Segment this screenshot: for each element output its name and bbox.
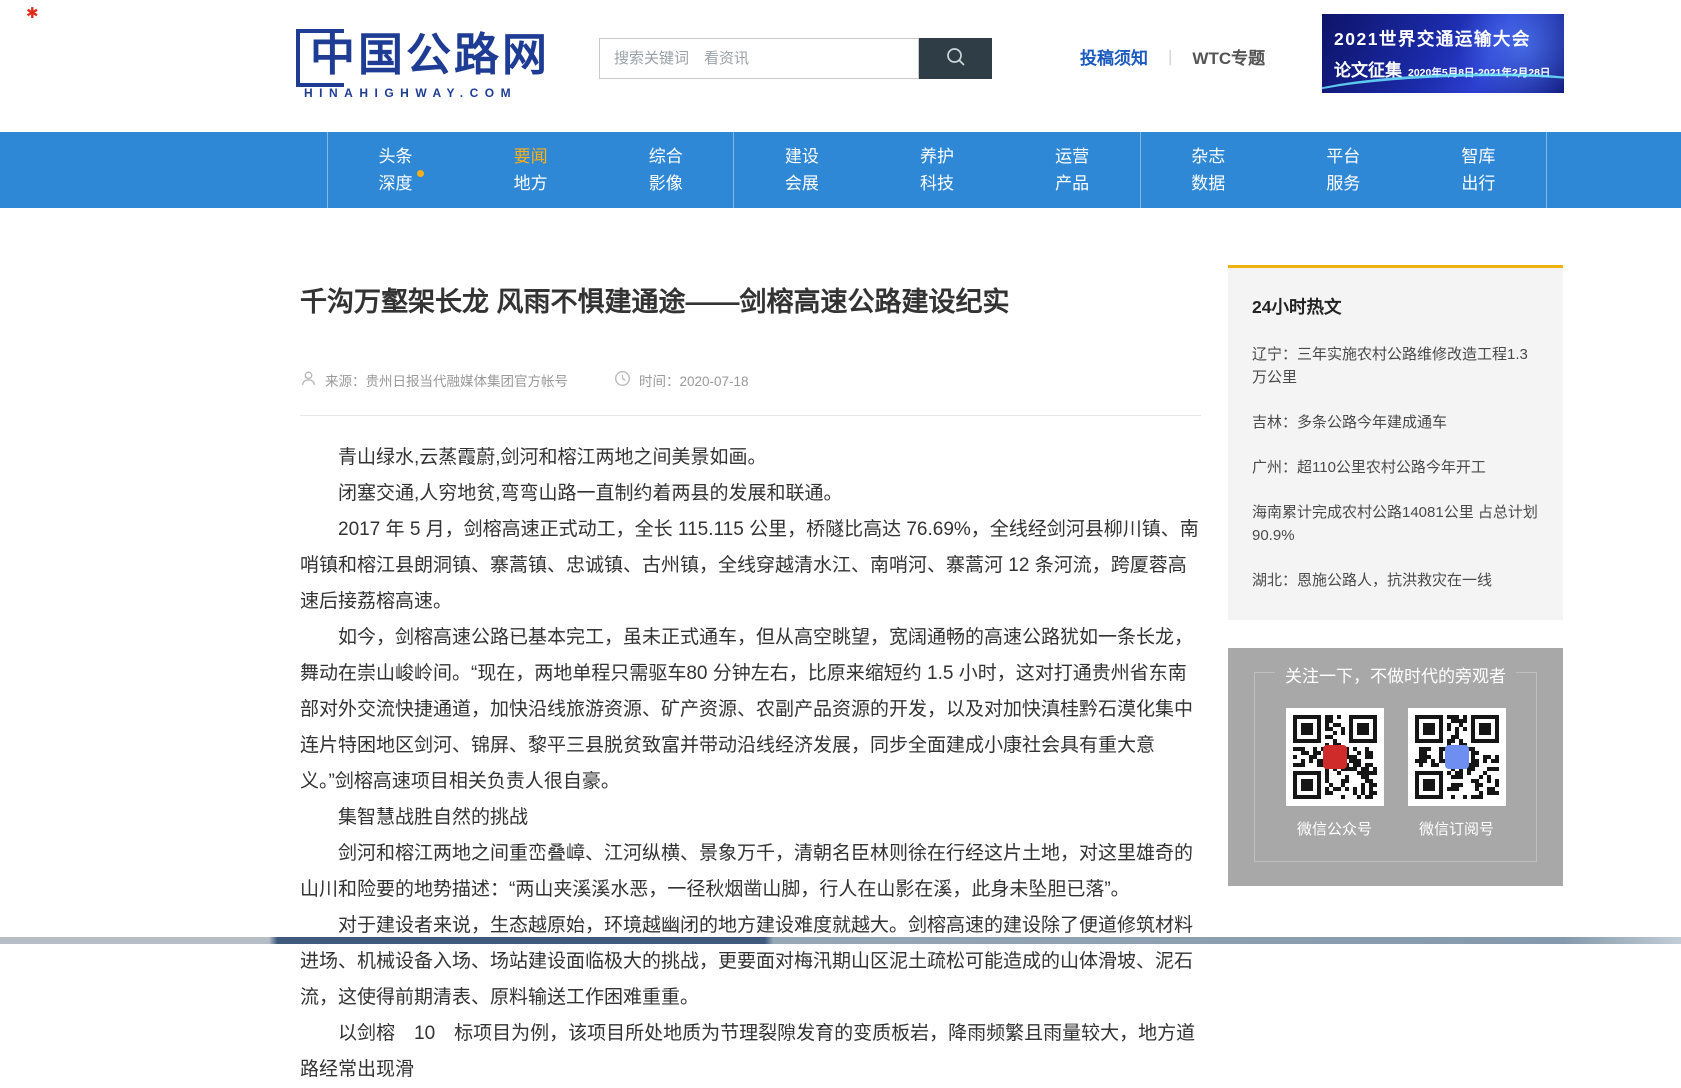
nav-item-shuju[interactable]: 数据 (1191, 175, 1225, 192)
banner-title: 2021世界交通运输大会 (1334, 26, 1564, 51)
nav-item-zonghe[interactable]: 综合 (649, 148, 683, 165)
horizontal-scrollbar[interactable] (0, 937, 1681, 944)
article-paragraph: 青山绿水,云蒸霞蔚,剑河和榕江两地之间美景如画。 (300, 440, 1201, 476)
article-paragraph: 如今，剑榕高速公路已基本完工，虽未正式通车，但从高空眺望，宽阔通畅的高速公路犹如… (300, 620, 1201, 800)
wtc-banner-ad[interactable]: 2021世界交通运输大会 论文征集 2020年5月8日-2021年2月28日 (1322, 14, 1564, 93)
article-source-text: 来源：贵州日报当代融媒体集团官方帐号 (325, 370, 568, 390)
wtc-topic-link[interactable]: WTC专题 (1192, 44, 1265, 69)
nav-item-fuwu[interactable]: 服务 (1326, 175, 1360, 192)
hot-articles-title: 24小时热文 (1252, 294, 1539, 319)
article-meta: 来源：贵州日报当代融媒体集团官方帐号 时间：2020-07-18 (300, 370, 1201, 390)
article-paragraph: 剑河和榕江两地之间重峦叠嶂、江河纵横、景象万千，清朝名臣林则徐在行经这片土地，对… (300, 836, 1201, 908)
nav-item-zhiku[interactable]: 智库 (1461, 148, 1495, 165)
logo-bracket-icon (296, 29, 344, 87)
hot-article-link[interactable]: 湖北：恩施公路人，抗洪救灾在一线 (1252, 569, 1539, 592)
article-paragraph: 以剑榕 10 标项目为例，该项目所处地质为节理裂隙发育的变质板岩，降雨频繁且雨量… (300, 1016, 1201, 1088)
hot-articles-panel: 24小时热文 辽宁：三年实施农村公路维修改造工程1.3万公里 吉林：多条公路今年… (1228, 265, 1563, 620)
nav-item-chuxing[interactable]: 出行 (1461, 175, 1495, 192)
nav-item-difang[interactable]: 地方 (514, 175, 548, 192)
nav-item-toutiao[interactable]: 头条 (379, 148, 413, 165)
search-box (599, 38, 992, 79)
qr-center-logo (1323, 745, 1347, 769)
article-paragraph: 闭塞交通,人穷地贫,弯弯山路一直制约着两县的发展和联通。 (300, 476, 1201, 512)
nav-group-2: 建设 会展 养护 科技 运营 产品 (733, 132, 1139, 208)
qr-center-logo (1445, 745, 1469, 769)
article-paragraph: 对于建设者来说，生态越原始，环境越幽闭的地方建设难度就越大。剑榕高速的建设除了便… (300, 908, 1201, 1016)
nav-item-zazhi[interactable]: 杂志 (1191, 148, 1225, 165)
article: 千沟万壑架长龙 风雨不惧建通途——剑榕高速公路建设纪实 来源：贵州日报当代融媒体… (300, 285, 1201, 1088)
clock-icon (614, 370, 631, 390)
nav-item-chanpin[interactable]: 产品 (1055, 175, 1089, 192)
article-time: 时间：2020-07-18 (614, 370, 749, 390)
site-logo[interactable]: 中国公路网 HINAHIGHWAY.COM (300, 26, 550, 100)
nav-item-shendu[interactable]: 深度 (379, 175, 413, 192)
red-marker-icon: ✱ (26, 6, 39, 21)
search-icon (944, 45, 968, 72)
qr-label: 微信公众号 (1297, 818, 1372, 839)
main-nav: 头条 深度 要闻 地方 综合 影像 建设 会展 养护 科技 运营 (0, 132, 1681, 208)
nav-item-huizhan[interactable]: 会展 (785, 175, 819, 192)
qr-code-image (1408, 708, 1506, 806)
article-paragraph: 2017 年 5 月，剑榕高速正式动工，全长 115.115 公里，桥隧比高达 … (300, 512, 1201, 620)
hot-article-link[interactable]: 辽宁：三年实施农村公路维修改造工程1.3万公里 (1252, 343, 1539, 389)
new-badge-dot (417, 170, 424, 177)
author-icon (300, 370, 317, 390)
nav-item-yanghu[interactable]: 养护 (920, 148, 954, 165)
article-time-text: 时间：2020-07-18 (639, 370, 749, 390)
quick-links-divider: | (1168, 47, 1172, 67)
site-logo-tagline: HINAHIGHWAY.COM (300, 86, 550, 100)
wechat-public-qr-tile: 微信公众号 (1286, 708, 1384, 839)
site-header: ✱ 中国公路网 HINAHIGHWAY.COM 投稿须知 | WTC专题 202… (0, 0, 1681, 132)
search-button[interactable] (919, 38, 992, 79)
article-source: 来源：贵州日报当代融媒体集团官方帐号 (300, 370, 568, 390)
banner-subtitle: 论文征集 (1334, 56, 1402, 81)
nav-item-keji[interactable]: 科技 (920, 175, 954, 192)
hot-article-link[interactable]: 广州：超110公里农村公路今年开工 (1252, 456, 1539, 479)
nav-item-pingtai[interactable]: 平台 (1326, 148, 1360, 165)
article-body: 青山绿水,云蒸霞蔚,剑河和榕江两地之间美景如画。 闭塞交通,人穷地贫,弯弯山路一… (300, 440, 1201, 1088)
quick-links: 投稿须知 | WTC专题 (1080, 44, 1265, 69)
site-logo-title: 中国公路网 (300, 26, 550, 85)
qr-label: 微信订阅号 (1419, 818, 1494, 839)
nav-item-yunying[interactable]: 运营 (1055, 148, 1089, 165)
follow-panel-title: 关注一下，不做时代的旁观者 (1228, 662, 1563, 687)
article-divider (300, 415, 1201, 416)
nav-group-1: 头条 深度 要闻 地方 综合 影像 (327, 132, 733, 208)
contribute-link[interactable]: 投稿须知 (1080, 44, 1148, 69)
article-title: 千沟万壑架长龙 风雨不惧建通途——剑榕高速公路建设纪实 (300, 285, 1201, 320)
wechat-subscribe-qr-tile: 微信订阅号 (1408, 708, 1506, 839)
wechat-follow-panel: 关注一下，不做时代的旁观者 微信公众号 微信订阅号 (1228, 648, 1563, 886)
nav-item-jianshe[interactable]: 建设 (785, 148, 819, 165)
hot-article-link[interactable]: 吉林：多条公路今年建成通车 (1252, 411, 1539, 434)
hot-article-link[interactable]: 海南累计完成农村公路14081公里 占总计划90.9% (1252, 501, 1539, 547)
banner-dates: 2020年5月8日-2021年2月28日 (1408, 65, 1550, 80)
search-input[interactable] (599, 38, 919, 79)
article-paragraph: 集智慧战胜自然的挑战 (300, 800, 1201, 836)
nav-group-3: 杂志 数据 平台 服务 智库 出行 (1140, 132, 1547, 208)
qr-code-image (1286, 708, 1384, 806)
nav-item-yingxiang[interactable]: 影像 (649, 175, 683, 192)
nav-item-yaowen-active[interactable]: 要闻 (514, 148, 548, 165)
